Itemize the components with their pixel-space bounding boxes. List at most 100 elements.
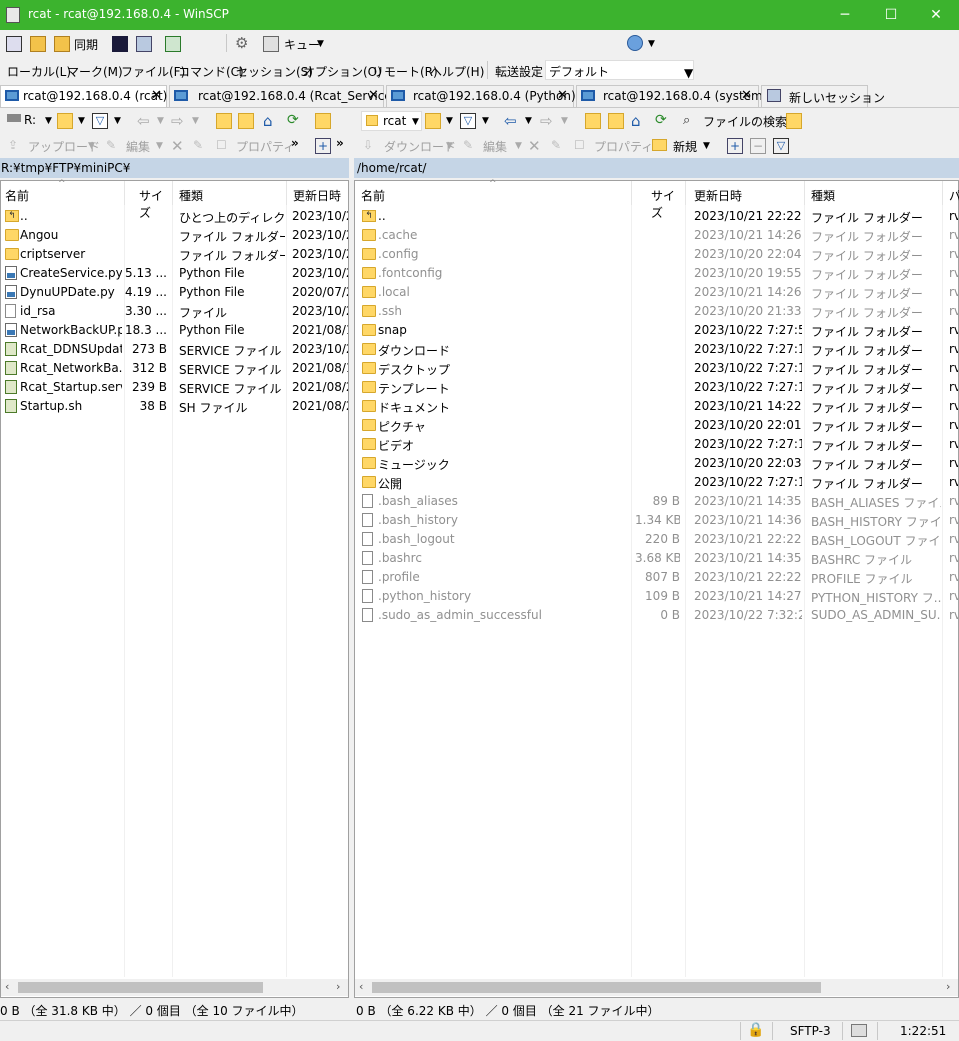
remote-file-list[interactable]: 名前 ^ サイズ 更新日時 種類 パ ↰.. 2023/10/21 22:22:2… <box>354 179 959 998</box>
close-icon[interactable]: ✕ <box>151 88 162 103</box>
queue-button[interactable]: キュー <box>284 36 320 53</box>
forward-arrow-icon[interactable]: ⇨ <box>540 112 556 130</box>
edit-button[interactable]: 編集 <box>126 138 150 155</box>
column-header-type[interactable]: 種類 <box>805 181 943 205</box>
table-row[interactable]: .bash_history 1.34 KB 2023/10/21 14:36:05 B… <box>355 511 958 530</box>
filter-icon[interactable]: ▽ <box>92 113 108 129</box>
putty-icon[interactable] <box>136 36 152 52</box>
properties-button[interactable]: プロパティ <box>236 138 295 155</box>
table-row[interactable]: .sudo_as_admin_successful 0 B 2023/10/22 7… <box>355 606 958 625</box>
menu-mark[interactable]: マーク(M) <box>67 63 123 80</box>
new-icon[interactable]: + <box>315 138 331 154</box>
chevron-down-icon[interactable]: ▼ <box>515 141 522 151</box>
menu-remote[interactable]: リモート(R) <box>372 63 438 80</box>
remote-path-bar[interactable]: /home/rcat/ <box>354 158 959 178</box>
column-header-modified[interactable]: 更新日時 <box>686 181 805 205</box>
table-row[interactable]: ↰.. ひとつ上のディレクトリ 2023/10/21 <box>1 207 348 226</box>
tab-session-rcat[interactable]: rcat@192.168.0.4 (rcat) ✕ <box>0 85 167 107</box>
properties-icon[interactable]: ☐ <box>574 138 590 154</box>
table-row[interactable]: Rcat_Startup.serv... 239 B SERVICE ファイル 202… <box>1 378 348 397</box>
table-row[interactable]: .bash_aliases 89 B 2023/10/21 14:35:43 BASH… <box>355 492 958 511</box>
open-folder-icon[interactable] <box>425 113 441 129</box>
chevron-down-icon[interactable]: ▼ <box>703 141 710 151</box>
table-row[interactable]: .config 2023/10/20 22:04:06 ファイル フォルダー rv <box>355 245 958 264</box>
chevron-down-icon[interactable]: ▼ <box>45 116 52 126</box>
local-remote-icon[interactable] <box>6 36 22 52</box>
download-icon[interactable]: ⇩ <box>363 138 379 154</box>
table-row[interactable]: snap 2023/10/22 7:27:53 ファイル フォルダー rv <box>355 321 958 340</box>
menu-file[interactable]: ファイル(F) <box>121 63 185 80</box>
menu-local[interactable]: ローカル(L) <box>7 63 71 80</box>
upload-icon[interactable]: ⇪ <box>8 138 24 154</box>
edit-icon[interactable]: ✎ <box>463 138 479 154</box>
menu-help[interactable]: ヘルプ(H) <box>430 63 484 80</box>
refresh-icon[interactable]: ⟳ <box>655 112 671 128</box>
table-row[interactable]: ピクチャ 2023/10/20 22:01:58 ファイル フォルダー rv <box>355 416 958 435</box>
table-row[interactable]: .profile 807 B 2023/10/21 22:22:27 PROFILE … <box>355 568 958 587</box>
find-files-button[interactable]: ファイルの検索 <box>703 113 787 130</box>
gear-icon[interactable]: ⚙ <box>235 35 251 51</box>
local-file-list[interactable]: 名前 ^ サイズ 種類 更新日時 ↰.. ひとつ上のディレクトリ 2023/10/2… <box>0 179 349 998</box>
more-chevron-icon[interactable]: » <box>291 136 299 150</box>
find-files-icon[interactable]: ⌕ <box>683 113 699 129</box>
table-row[interactable]: Rcat_DDNSUpdat... 273 B SERVICE ファイル 2023/1… <box>1 340 348 359</box>
open-folder-icon[interactable] <box>57 113 73 129</box>
minimize-button[interactable]: ─ <box>822 0 868 30</box>
table-row[interactable]: id_rsa 3.30 ... ファイル 2023/10/20 <box>1 302 348 321</box>
tab-session-rcat-service[interactable]: rcat@192.168.0.4 (Rcat_Service) ✕ <box>169 85 396 107</box>
horizontal-scrollbar[interactable]: ‹ › <box>1 979 348 996</box>
queue-icon[interactable] <box>263 36 279 52</box>
menu-options[interactable]: オプション(O) <box>303 63 382 80</box>
refresh-icon[interactable] <box>165 36 181 52</box>
chevron-down-icon[interactable]: ▼ <box>78 116 85 126</box>
column-header-name[interactable]: 名前 ^ <box>355 179 632 205</box>
close-icon[interactable]: ✕ <box>741 88 752 103</box>
home-icon[interactable]: ⌂ <box>263 112 279 130</box>
root-folder-icon[interactable] <box>608 113 624 129</box>
chevron-down-icon[interactable]: ▼ <box>525 116 532 126</box>
table-row[interactable]: ↰.. 2023/10/21 22:22:27 ファイル フォルダー rv <box>355 207 958 226</box>
column-header-size[interactable]: サイズ <box>632 181 686 220</box>
rename-icon[interactable]: ✎ <box>551 138 567 154</box>
back-arrow-icon[interactable]: ⇦ <box>504 112 520 130</box>
new-button[interactable]: 新規 <box>673 138 697 155</box>
column-header-modified[interactable]: 更新日時 <box>287 181 349 205</box>
table-row[interactable]: .fontconfig 2023/10/20 19:55:59 ファイル フォルダー… <box>355 264 958 283</box>
scroll-thumb[interactable] <box>18 982 263 993</box>
table-row[interactable]: デスクトップ 2023/10/22 7:27:10 ファイル フォルダー rv <box>355 359 958 378</box>
column-header-size[interactable]: サイズ <box>125 181 173 220</box>
chevron-down-icon[interactable]: ▼ <box>446 116 453 126</box>
close-icon[interactable]: ✕ <box>368 88 379 103</box>
chevron-down-icon[interactable]: ▼ <box>114 116 121 126</box>
chevron-down-icon[interactable]: ▼ <box>317 39 324 49</box>
forward-arrow-icon[interactable]: ⇨ <box>171 112 187 130</box>
horizontal-scrollbar[interactable]: ‹ › <box>355 979 958 996</box>
filter-icon[interactable]: ▽ <box>460 113 476 129</box>
chevron-down-icon[interactable]: ▼ <box>561 116 568 126</box>
back-arrow-icon[interactable]: ⇦ <box>137 112 153 130</box>
parent-folder-icon[interactable] <box>585 113 601 129</box>
terminal-icon[interactable] <box>112 36 128 52</box>
column-header-name[interactable]: 名前 ^ <box>1 179 125 205</box>
tab-session-python[interactable]: rcat@192.168.0.4 (Python) ✕ <box>386 85 576 107</box>
scroll-left-arrow-icon[interactable]: ‹ <box>5 980 9 993</box>
table-row[interactable]: DynuUPDate.py 4.19 ... Python File 2020/07/… <box>1 283 348 302</box>
compare-icon[interactable] <box>30 36 46 52</box>
new-folder-icon[interactable] <box>652 139 667 151</box>
local-drive-select[interactable]: R: <box>24 113 36 127</box>
filter-icon[interactable]: ▽ <box>773 138 789 154</box>
column-header-permissions[interactable]: パ <box>943 181 959 205</box>
delete-icon[interactable]: ✕ <box>528 137 544 155</box>
collapse-icon[interactable]: − <box>750 138 766 154</box>
table-row[interactable]: criptserver ファイル フォルダー 2023/10/21 <box>1 245 348 264</box>
table-row[interactable]: CreateService.py 5.13 ... Python File 2023/… <box>1 264 348 283</box>
table-row[interactable]: テンプレート 2023/10/22 7:27:10 ファイル フォルダー rv <box>355 378 958 397</box>
table-row[interactable]: ドキュメント 2023/10/21 14:22:00 ファイル フォルダー rv <box>355 397 958 416</box>
table-row[interactable]: 公開 2023/10/22 7:27:10 ファイル フォルダー rv <box>355 473 958 492</box>
chevron-down-icon[interactable]: ▼ <box>88 141 95 151</box>
menu-command[interactable]: コマンド(C) <box>178 63 244 80</box>
find-icon[interactable] <box>315 113 331 129</box>
sync-icon[interactable] <box>54 36 70 52</box>
maximize-button[interactable]: ☐ <box>868 0 914 30</box>
table-row[interactable]: .bashrc 3.68 KB 2023/10/21 14:35:39 BASHRC … <box>355 549 958 568</box>
